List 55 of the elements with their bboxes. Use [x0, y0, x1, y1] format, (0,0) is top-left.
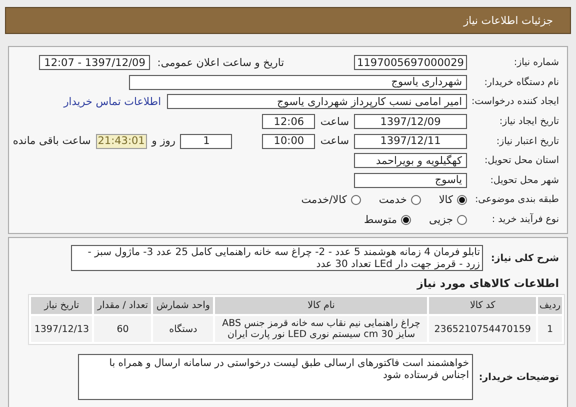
buyer-notes-box: خواهشمند است فاکتورهای ارسالی طبق لیست درخواستی در سامانه ارسال و همراه با اجناس فرستاده شود — [78, 354, 473, 400]
field-label: طبقه بندی موضوعی: — [474, 194, 559, 206]
column-header: تعداد / مقدار — [94, 297, 152, 314]
date-field: 1397/12/09 — [354, 114, 467, 130]
column-header: واحد شمارش — [153, 297, 214, 314]
column-header: کد کالا — [429, 297, 536, 314]
buyer-field: شهرداری یاسوج — [129, 74, 467, 90]
field-label: نوع فرآیند خرید : — [490, 214, 559, 226]
days-label: روز و — [152, 135, 176, 148]
description-box: تابلو فرمان 4 زمانه هوشمند 5 عدد - 2- چراغ سه خانه راهنمایی کامل 25 عدد 3- ماژول سبز - زرد - قرمز جهت دار LEd تعداد 30 عدد — [71, 245, 483, 272]
radio-option[interactable]: خدمت — [378, 194, 421, 206]
field-label: تاریخ و ساعت اعلان عمومی: — [157, 56, 284, 69]
announce-date-field: 1397/12/09 - 12:07 — [39, 55, 150, 70]
field-label: استان محل تحویل: — [483, 155, 559, 166]
creator-field: امیر امامی نسب کارپرداز شهرداری یاسوج — [167, 94, 467, 110]
province-field: کهگیلویه و بویراحمد — [354, 153, 467, 168]
column-header: ردیف — [538, 297, 562, 314]
radio-icon[interactable] — [401, 214, 412, 225]
section-title: اطلاعات کالاهای مورد نیاز — [416, 277, 559, 290]
page-header: جزئیات اطلاعات نیاز — [5, 7, 571, 34]
time-label: ساعت — [320, 135, 349, 148]
need-number-field: 1197005697000029 — [354, 55, 467, 70]
field-label: ایجاد کننده درخواست: — [470, 96, 559, 108]
time-label: ساعت — [320, 116, 349, 128]
remaining-time-field: 21:43:01 — [96, 134, 147, 149]
column-header: تاریخ نیاز — [31, 297, 92, 314]
radio-option[interactable]: جزیی — [429, 214, 467, 226]
field-label: شهر محل تحویل: — [489, 174, 559, 186]
field-label: شرح کلی نیاز: — [490, 252, 559, 264]
radio-icon[interactable] — [457, 214, 467, 225]
field-label: تاریخ ایجاد نیاز: — [498, 116, 559, 128]
field-label: نام دستگاه خریدار: — [483, 76, 559, 88]
field-label: شماره نیاز: — [512, 57, 559, 68]
time-field: 10:00 — [262, 134, 316, 149]
contact-link[interactable]: اطلاعات تماس خریدار — [64, 96, 161, 108]
days-field: 1 — [180, 134, 232, 149]
table-cell: چراغ راهنمایی نیم نقاب سه خانه قرمز جنس ABS سایز 30 cm سیستم نوری LED نور پارت ایران — [215, 316, 428, 342]
radio-icon[interactable] — [410, 194, 421, 205]
table-cell: 1 — [538, 316, 562, 342]
table-cell: دستگاه — [153, 316, 214, 342]
remaining-label: ساعت باقی مانده — [12, 135, 91, 148]
table-cell: 1397/12/13 — [31, 316, 92, 342]
radio-icon[interactable] — [350, 194, 361, 205]
radio-icon[interactable] — [457, 194, 467, 205]
time-field: 12:06 — [262, 114, 316, 130]
date-field: 1397/12/11 — [354, 134, 467, 149]
radio-option[interactable]: کالا/خدمت — [301, 194, 361, 206]
field-label: تاریخ اعتبار نیاز: — [495, 136, 559, 147]
radio-option[interactable]: متوسط — [364, 214, 412, 226]
table-cell: 2365210754470159 — [429, 316, 536, 342]
table-cell: 60 — [94, 316, 152, 342]
radio-option[interactable]: کالا — [438, 194, 467, 206]
field-label: توضیحات خریدار: — [478, 372, 559, 383]
column-header: نام کالا — [215, 297, 428, 314]
city-field: یاسوج — [354, 172, 467, 188]
